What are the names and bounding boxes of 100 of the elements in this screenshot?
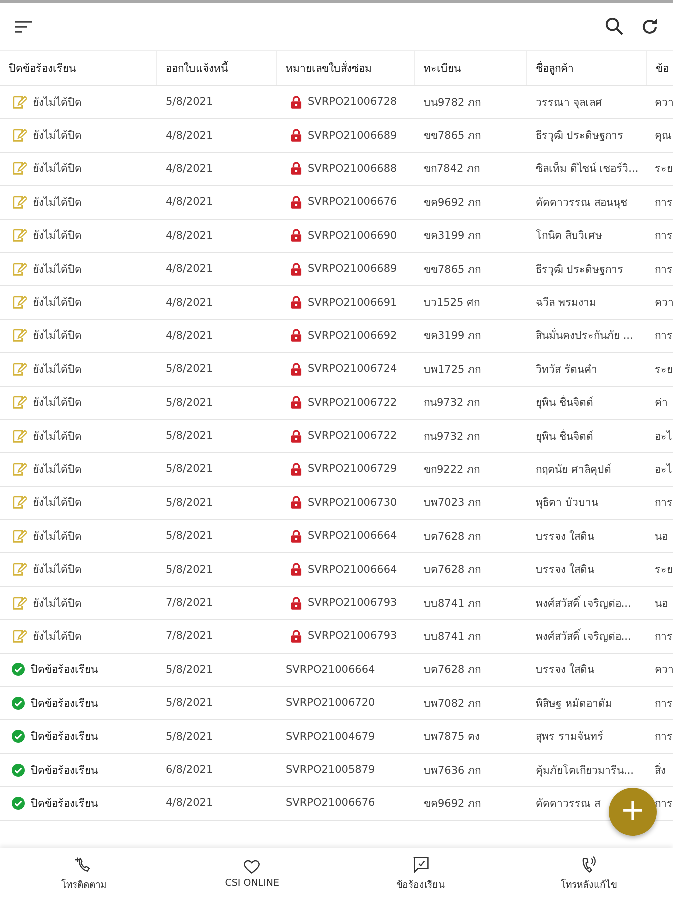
nav-tab[interactable]: โทรหลังแก้ไข xyxy=(504,848,673,900)
edit-note-icon xyxy=(12,395,27,410)
table-cell: 6/8/2021 xyxy=(166,764,214,776)
table-cell-text: ขค9692 ภก xyxy=(424,796,482,812)
table-cell-text: อะไ xyxy=(655,430,672,445)
table-cell-text: ยุพิน ชื่นจิตต์ xyxy=(536,428,594,445)
status-text: ยังไม่ได้ปิด xyxy=(33,530,82,545)
table-cell-text: บว1525 ศก xyxy=(424,296,480,312)
table-cell: 5/8/2021 xyxy=(166,96,214,108)
edit-note-icon xyxy=(12,295,27,310)
column-header: หมายเลขใบสั่งซ่อม xyxy=(277,51,415,85)
table-cell-text: สุพร รามจันทร์ xyxy=(536,730,604,746)
table-cell-text: บพ7082 ภก xyxy=(424,696,482,712)
table-cell: พงศ์สวัสดิ์ เจริญต่อ... xyxy=(536,594,632,612)
table-cell-text: ระย xyxy=(655,563,673,578)
order-number: SVRPO21006676 xyxy=(286,797,376,810)
table-cell-text: ควา xyxy=(655,96,673,111)
nav-tab[interactable]: โทรติดตาม xyxy=(0,848,168,900)
table-cell: 5/8/2021 xyxy=(166,363,214,376)
table-cell-text: บต7628 ภก xyxy=(424,663,482,678)
order-number: SVRPO21006692 xyxy=(308,330,398,342)
column-header: ข้อ xyxy=(655,62,670,76)
table-cell-text: การ xyxy=(655,696,673,712)
table-cell-text: ฉวีล พรมงาม xyxy=(536,296,596,312)
order-number: SVRPO21006722 xyxy=(308,430,398,442)
table-cell-text: การ xyxy=(655,229,673,244)
status-text: ปิดข้อร้องเรียน xyxy=(31,663,98,678)
status-text: ยังไม่ได้ปิด xyxy=(33,396,82,412)
order-number: SVRPO21006688 xyxy=(308,162,398,175)
table-cell-text: นอ xyxy=(655,596,668,612)
table-cell-text: บน9782 ภก xyxy=(424,96,482,111)
table-cell-text: ดัดดาวรรณ สอนนุช xyxy=(536,196,628,211)
order-number: SVRPO21005879 xyxy=(286,764,376,776)
table-cell: 4/8/2021 xyxy=(166,797,214,810)
nav-tab[interactable]: ข้อร้องเรียน xyxy=(336,848,505,900)
status-text: ยังไม่ได้ปิด xyxy=(33,462,82,478)
table-cell-text: การ xyxy=(655,730,673,746)
status-text: ยังไม่ได้ปิด xyxy=(33,496,82,512)
edit-note-icon xyxy=(12,228,27,244)
table-cell-text: บรรจง ใสดิน xyxy=(536,530,594,545)
column-header: ชื่อลูกค้า xyxy=(527,51,647,85)
table-cell-text: ขค9692 ภก xyxy=(424,196,482,211)
table-cell-text: ควา xyxy=(655,296,673,312)
edit-note-icon xyxy=(12,495,27,510)
table-cell-text: ขข7865 ภก xyxy=(424,129,482,144)
search-icon[interactable] xyxy=(605,17,624,36)
table-cell-text: ดัดดาวรรณ ส xyxy=(536,796,600,812)
table-cell: 5/8/2021 xyxy=(166,564,214,576)
order-number: SVRPO21006664 xyxy=(308,564,398,576)
status-text: ยังไม่ได้ปิด xyxy=(33,196,82,211)
table-cell-text: บต7628 ภก xyxy=(424,563,482,578)
edit-note-icon xyxy=(12,262,27,277)
table-cell-text: ขค3199 ภก xyxy=(424,229,482,244)
status-text: ยังไม่ได้ปิด xyxy=(33,328,82,344)
status-text: ยังไม่ได้ปิด xyxy=(33,362,82,378)
table-cell-text: อะไ xyxy=(655,462,672,478)
refresh-icon[interactable] xyxy=(640,16,660,36)
edit-note-icon xyxy=(12,596,27,611)
table-cell: 4/8/2021 xyxy=(166,130,214,142)
table-cell-text: ขก7842 ภก xyxy=(424,162,480,178)
table-cell-text: บบ8741 ภก xyxy=(424,630,482,645)
order-number: SVRPO21006730 xyxy=(308,496,398,509)
table-cell: 5/8/2021 xyxy=(166,730,214,743)
status-text: ปิดข้อร้องเรียน xyxy=(31,764,98,778)
table-cell-text: วิทวัส รัตนคำ xyxy=(536,362,598,378)
table-cell: 5/8/2021 xyxy=(166,697,214,710)
table-cell-text: การ xyxy=(655,196,673,211)
table-cell-text: บต7628 ภก xyxy=(424,530,482,545)
table-cell-text: ธีรวุฒิ ประดิษฐการ xyxy=(536,129,624,144)
check-circle-icon xyxy=(12,663,25,676)
table-cell-text: วรรณา จุลเลศ xyxy=(536,96,602,111)
order-number: SVRPO21006720 xyxy=(286,697,376,710)
table-cell: 5/8/2021 xyxy=(166,430,214,442)
table-cell: พงศ์สวัสดิ์ เจริญต่อ... xyxy=(536,628,632,645)
check-circle-icon xyxy=(12,696,25,710)
edit-note-icon xyxy=(12,628,27,644)
table-cell-text: บพ1725 ภก xyxy=(424,362,482,378)
table-cell: 4/8/2021 xyxy=(166,196,214,208)
status-text: ปิดข้อร้องเรียน xyxy=(31,730,98,746)
status-text: ยังไม่ได้ปิด xyxy=(33,262,82,278)
table-cell-text: บพ7023 ภก xyxy=(424,496,482,512)
check-circle-icon xyxy=(12,730,25,744)
table-cell: 4/8/2021 xyxy=(166,330,214,342)
column-header: ทะเบียน xyxy=(415,51,527,85)
table-cell-text: ควา xyxy=(655,663,673,678)
edit-note-icon xyxy=(12,562,27,578)
edit-note-icon xyxy=(12,194,27,210)
order-number: SVRPO21006689 xyxy=(308,263,398,276)
table-cell: 7/8/2021 xyxy=(166,630,214,642)
table-cell-text: บบ8741 ภก xyxy=(424,596,482,612)
sort-icon[interactable] xyxy=(14,20,34,34)
order-number: SVRPO21006793 xyxy=(308,597,398,610)
check-circle-icon xyxy=(12,764,25,776)
table-cell: 4/8/2021 xyxy=(166,230,214,242)
nav-tab[interactable]: CSI ONLINE xyxy=(168,848,336,900)
table-cell-text: คุ้มภัยโตเกียวมารีน... xyxy=(536,764,634,778)
edit-note-icon xyxy=(12,362,27,377)
status-text: ยังไม่ได้ปิด xyxy=(33,296,82,312)
edit-note-icon xyxy=(12,161,27,176)
status-text: ยังไม่ได้ปิด xyxy=(33,96,82,111)
